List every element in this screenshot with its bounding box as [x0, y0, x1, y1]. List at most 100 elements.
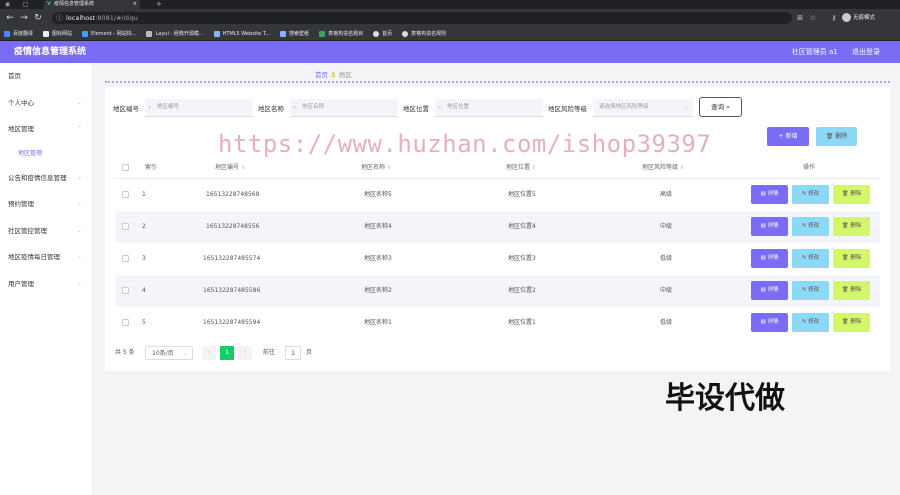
- trash-icon: 🗑: [841, 255, 849, 261]
- header-location[interactable]: 地区位置 ⇕: [506, 157, 536, 179]
- close-icon[interactable]: ×: [133, 0, 137, 9]
- add-button[interactable]: + 新增: [767, 127, 809, 146]
- code-input[interactable]: ⌕ 地区编号: [145, 99, 253, 117]
- row-checkbox[interactable]: [122, 287, 129, 294]
- bookmark-item[interactable]: 图标网站: [43, 30, 72, 37]
- location-input[interactable]: ⌕ 地区位置: [435, 99, 543, 117]
- bookmark-item[interactable]: 表格构造名规则: [402, 30, 446, 37]
- sidebar-item-label: 预约管理: [8, 200, 34, 208]
- header-name[interactable]: 地区名称 ⇕: [361, 157, 391, 179]
- divider: [105, 81, 890, 83]
- vue-icon: V: [47, 1, 51, 7]
- url-host: localhost: [66, 14, 96, 22]
- detail-button[interactable]: ▤ 详情: [751, 281, 788, 300]
- sort-icon[interactable]: ⇕: [680, 165, 684, 171]
- forward-icon[interactable]: →: [19, 13, 29, 23]
- header-code[interactable]: 地区编号 ⇕: [215, 157, 245, 179]
- edit-button[interactable]: ✎ 修改: [792, 249, 829, 268]
- delete-button[interactable]: 🗑 删除: [833, 217, 870, 236]
- sort-icon[interactable]: ⇕: [241, 165, 245, 171]
- search-button[interactable]: 查询 ⌕: [699, 97, 742, 117]
- cell-risk: 高级: [660, 191, 673, 198]
- bookmark-item[interactable]: 表格构造名题目: [319, 30, 363, 37]
- risk-label: 地区风险等级: [548, 105, 587, 113]
- sidebar-item-community[interactable]: 社区管控管理 ⌄: [0, 218, 92, 245]
- detail-button[interactable]: ▤ 详情: [751, 313, 788, 332]
- delete-button[interactable]: 🗑 删除: [833, 281, 870, 300]
- trash-icon: 🗑: [825, 133, 834, 140]
- page-number[interactable]: 1: [220, 346, 234, 360]
- browser-tab[interactable]: V 疫情信息管理系统 ×: [44, 0, 140, 9]
- sidebar-item-appointment[interactable]: 预约管理 ⌄: [0, 191, 92, 218]
- sidebar-item-profile[interactable]: 个人中心 ⌄: [0, 90, 92, 117]
- url-field[interactable]: ⓘ localhost:8081/#/diqu: [52, 12, 792, 24]
- sidebar-item-users[interactable]: 用户管理 ⌄: [0, 271, 92, 298]
- bookmark-item[interactable]: 首页: [373, 30, 392, 37]
- bookmark-item[interactable]: 百度翻译: [4, 30, 33, 37]
- chevron-down-icon: ⌄: [76, 253, 82, 260]
- edit-button[interactable]: ✎ 修改: [792, 217, 829, 236]
- row-checkbox[interactable]: [122, 319, 129, 326]
- bookmark-label: Element - 网站快...: [91, 31, 137, 37]
- promo-overlay-text: 毕设代做: [665, 381, 785, 416]
- bookmark-item[interactable]: HTML5 Website T...: [213, 30, 271, 37]
- logout-link[interactable]: 退出登录: [852, 48, 880, 56]
- reload-icon[interactable]: ↻: [33, 13, 43, 23]
- name-input[interactable]: ⌕ 地区名称: [290, 99, 398, 117]
- cell-risk: 低级: [660, 319, 673, 326]
- sidebar-item-label: 地区管理: [18, 149, 43, 157]
- sidebar-subitem-region[interactable]: 地区管理: [0, 143, 92, 165]
- breadcrumb-home[interactable]: 首页: [315, 71, 328, 79]
- sort-icon[interactable]: ⇕: [532, 165, 536, 171]
- row-checkbox[interactable]: [122, 191, 129, 198]
- bookmark-label: HTML5 Website T...: [222, 30, 271, 37]
- delete-button[interactable]: 🗑 删除: [833, 313, 870, 332]
- sidebar-item-region[interactable]: 地区管理 ⌃: [0, 116, 92, 143]
- search-icon: ⌕: [293, 104, 297, 111]
- detail-button[interactable]: ▤ 详情: [751, 185, 788, 204]
- sidebar-item-notice[interactable]: 公告和疫情信息管理 ⌄: [0, 165, 92, 192]
- page-size-select[interactable]: 10条/页 ⌄: [145, 346, 193, 360]
- edit-button[interactable]: ✎ 修改: [792, 281, 829, 300]
- detail-button[interactable]: ▤ 详情: [751, 217, 788, 236]
- bookmark-item[interactable]: Layui - 经典开源模...: [146, 30, 204, 37]
- sidebar-item-label: 地区管理: [8, 125, 34, 133]
- edit-button[interactable]: ✎ 修改: [792, 313, 829, 332]
- sidebar-item-home[interactable]: 首页: [0, 63, 92, 90]
- header-code-label: 地区编号: [215, 164, 240, 171]
- batch-delete-button[interactable]: 🗑 删除: [816, 127, 857, 146]
- risk-select[interactable]: 请选择地区风险等级 ⌄: [593, 99, 693, 117]
- cell-location: 地区位置5: [508, 191, 536, 198]
- key-icon[interactable]: ⚷: [829, 13, 839, 23]
- detail-button[interactable]: ▤ 详情: [751, 249, 788, 268]
- row-checkbox[interactable]: [122, 255, 129, 262]
- address-bar: ← → ↻ ⓘ localhost:8081/#/diqu ⊞ ☆ ⚷ 无痕模式: [0, 9, 900, 27]
- prev-page-icon[interactable]: ‹: [202, 346, 216, 360]
- edit-button[interactable]: ✎ 修改: [792, 185, 829, 204]
- pagination: 共 5 条 10条/页 ⌄ ‹ 1 › 前往 1 页: [115, 346, 515, 360]
- delete-button[interactable]: 🗑 删除: [833, 185, 870, 204]
- bookmark-icon: [82, 30, 89, 37]
- next-page-icon[interactable]: ›: [238, 346, 252, 360]
- bookmark-item[interactable]: 搜索壁纸: [280, 30, 309, 37]
- browser-menu-icon[interactable]: ◉: [4, 1, 11, 8]
- goto-page-input[interactable]: 1: [285, 346, 301, 360]
- sort-icon[interactable]: ⇕: [387, 165, 391, 171]
- edit-label: 修改: [808, 223, 820, 229]
- bookmark-item[interactable]: Element - 网站快...: [82, 30, 136, 37]
- back-icon[interactable]: ←: [5, 13, 15, 23]
- header-risk[interactable]: 地区风险等级 ⇕: [642, 157, 684, 179]
- delete-button[interactable]: 🗑 删除: [833, 249, 870, 268]
- sidebar-item-daily[interactable]: 地区疫情每日管理 ⌄: [0, 244, 92, 271]
- translate-icon[interactable]: ⊞: [795, 13, 805, 23]
- select-all-checkbox[interactable]: [122, 164, 129, 171]
- tab-search-icon[interactable]: □: [22, 1, 29, 8]
- batch-delete-label: 删除: [835, 133, 848, 140]
- star-icon[interactable]: ☆: [808, 13, 818, 23]
- delete-label: 删除: [850, 191, 862, 197]
- profile-badge[interactable]: 无痕模式: [842, 13, 875, 23]
- new-tab-icon[interactable]: +: [156, 0, 162, 9]
- cell-code: 16513228748556: [206, 223, 260, 230]
- bookmark-icon: [319, 30, 326, 37]
- row-checkbox[interactable]: [122, 223, 129, 230]
